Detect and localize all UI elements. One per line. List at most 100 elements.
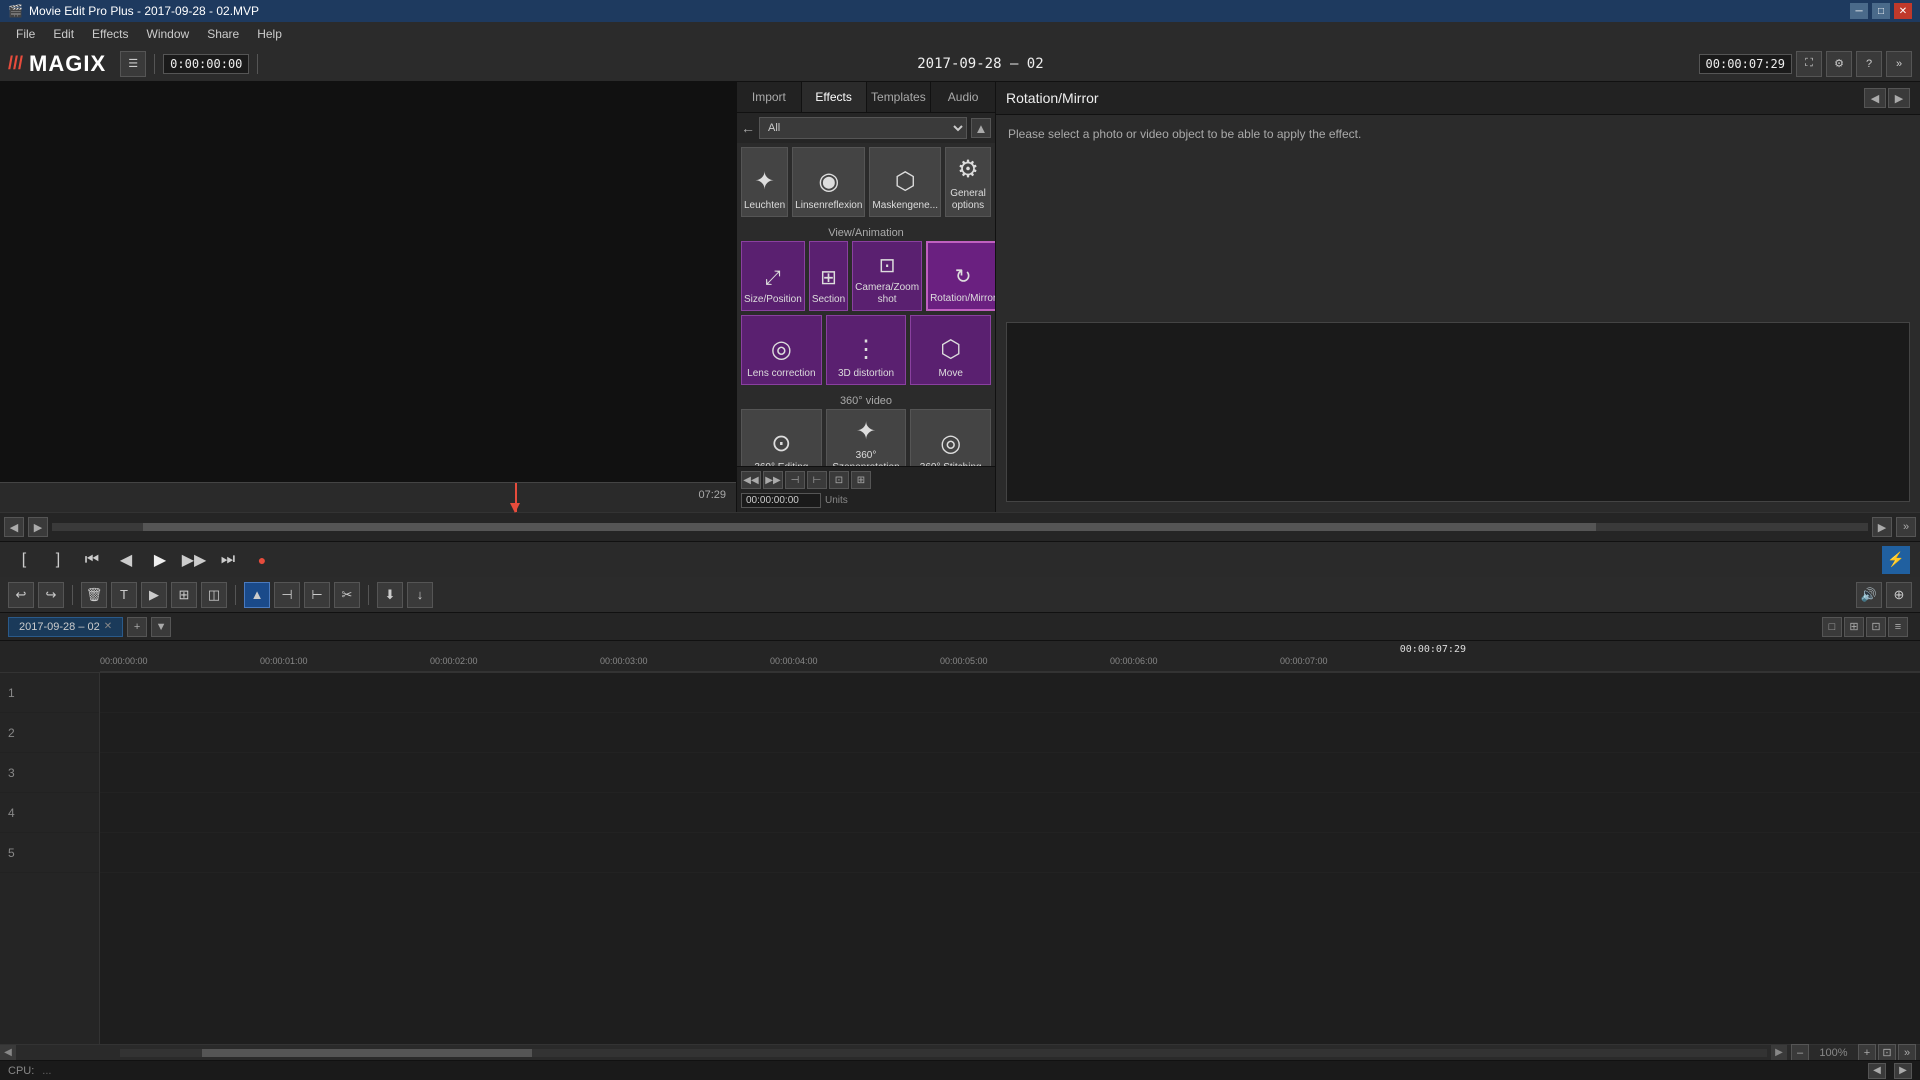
rb-next-btn[interactable]: ▶ xyxy=(28,517,48,537)
menu-item-help[interactable]: Help xyxy=(249,25,290,43)
split-button[interactable]: ✂ xyxy=(334,582,360,608)
rb-prev-btn[interactable]: ◀ xyxy=(4,517,24,537)
effect-size-position[interactable]: ⤢ Size/Position xyxy=(741,241,805,311)
hamburger-menu-button[interactable]: ☰ xyxy=(120,51,146,77)
effects-ctrl2[interactable]: ⊢ xyxy=(807,471,827,489)
settings-button[interactable]: ⚙ xyxy=(1826,51,1852,77)
zoom-out-button[interactable]: – xyxy=(1791,1044,1809,1062)
effect-360-stitching[interactable]: ◎ 360° Stitching xyxy=(910,409,991,466)
status-nav-btn2[interactable]: ▶ xyxy=(1894,1063,1912,1079)
effect-move[interactable]: ⬡ Move xyxy=(910,315,991,385)
mark-in-button[interactable]: [ xyxy=(10,546,38,574)
track-view-3[interactable]: ⊡ xyxy=(1866,617,1886,637)
scroll-right-button[interactable]: ▶ xyxy=(1771,1045,1787,1061)
rotation-mirror-label: Rotation/Mirror xyxy=(930,293,995,305)
mark-out-button[interactable]: ] xyxy=(44,546,72,574)
expand-button[interactable]: » xyxy=(1886,51,1912,77)
effects-transport: ◀◀ ▶▶ ⊣ ⊢ ⊡ ⊞ xyxy=(741,471,991,489)
effects-prev-btn[interactable]: ◀◀ xyxy=(741,471,761,489)
tab-templates[interactable]: Templates xyxy=(867,82,932,112)
track-view-1[interactable]: □ xyxy=(1822,617,1842,637)
minimize-button[interactable]: ─ xyxy=(1850,3,1868,19)
effects-time-input[interactable] xyxy=(741,493,821,508)
timeline-header: 2017-09-28 – 02 ✕ + ▼ □ ⊞ ⊡ ≡ xyxy=(0,613,1920,641)
rb-expand-btn[interactable]: » xyxy=(1896,517,1916,537)
delete-button[interactable]: 🗑 xyxy=(81,582,107,608)
zoom-fit-button[interactable]: ⊡ xyxy=(1878,1044,1896,1062)
play-button[interactable]: ▶ xyxy=(146,546,174,574)
maximize-button[interactable]: □ xyxy=(1872,3,1890,19)
fullscreen-button[interactable]: ⛶ xyxy=(1796,51,1822,77)
effect-linsenreflexion[interactable]: ◉ Linsenreflexion xyxy=(792,147,865,217)
effects-ctrl4[interactable]: ⊞ xyxy=(851,471,871,489)
ripple-button[interactable]: ⊣ xyxy=(274,582,300,608)
rb-scrollbar[interactable] xyxy=(52,523,1868,531)
close-button[interactable]: ✕ xyxy=(1894,3,1912,19)
preview-area: 07:29 xyxy=(0,82,736,512)
effects-back-button[interactable]: ← xyxy=(741,120,755,136)
scrubber-handle[interactable] xyxy=(510,503,520,513)
record-button[interactable]: ● xyxy=(248,546,276,574)
more-button[interactable]: ⊕ xyxy=(1886,582,1912,608)
overwrite-button[interactable]: ⬇ xyxy=(377,582,403,608)
effect-lens-correction[interactable]: ◎ Lens correction xyxy=(741,315,822,385)
effect-3d-distortion[interactable]: ⋮ 3D distortion xyxy=(826,315,907,385)
help-button[interactable]: ? xyxy=(1856,51,1882,77)
edit-separator-1 xyxy=(72,585,73,605)
effects-ctrl1[interactable]: ⊣ xyxy=(785,471,805,489)
panel-prev-button[interactable]: ◀ xyxy=(1864,88,1886,108)
menu-item-window[interactable]: Window xyxy=(139,25,198,43)
to-end-button[interactable]: ⏭ xyxy=(214,546,242,574)
zoom-more-button[interactable]: » xyxy=(1898,1044,1916,1062)
time-left-display: 0:00:00:00 xyxy=(163,54,249,74)
volume-button[interactable]: 🔊 xyxy=(1856,582,1882,608)
trim-button[interactable]: ◫ xyxy=(201,582,227,608)
track-num-3: 3 xyxy=(8,766,15,780)
effect-rotation-mirror[interactable]: ↻ Rotation/Mirror xyxy=(926,241,995,311)
tab-audio[interactable]: Audio xyxy=(931,82,995,112)
cursor-button[interactable]: ▲ xyxy=(244,582,270,608)
preview-scrubber[interactable]: 07:29 xyxy=(0,482,736,512)
menu-item-file[interactable]: File xyxy=(8,25,43,43)
insert-button[interactable]: ↓ xyxy=(407,582,433,608)
scroll-track[interactable] xyxy=(120,1049,1767,1057)
tab-import[interactable]: Import xyxy=(737,82,802,112)
scroll-up-button[interactable]: ▲ xyxy=(971,118,991,138)
track-content[interactable] xyxy=(100,673,1920,1044)
effect-360-editing[interactable]: ⊙ 360° Editing xyxy=(741,409,822,466)
next-frame-button[interactable]: ▶▶ xyxy=(180,546,208,574)
effect-maskengene[interactable]: ⬡ Maskengene... xyxy=(869,147,941,217)
panel-next-button[interactable]: ▶ xyxy=(1888,88,1910,108)
status-nav-btn1[interactable]: ◀ xyxy=(1868,1063,1886,1079)
timeline-tab-project[interactable]: 2017-09-28 – 02 ✕ xyxy=(8,617,123,637)
fit-button[interactable]: ⊢ xyxy=(304,582,330,608)
add-timeline-btn[interactable]: + xyxy=(127,617,147,637)
group-button[interactable]: ⊞ xyxy=(171,582,197,608)
track-view-4[interactable]: ≡ xyxy=(1888,617,1908,637)
lightning-button[interactable]: ⚡ xyxy=(1882,546,1910,574)
effect-general-options[interactable]: ⚙ General options xyxy=(945,147,991,217)
effects-next-btn[interactable]: ▶▶ xyxy=(763,471,783,489)
effect-camera-zoom[interactable]: ⊡ Camera/Zoom shot xyxy=(852,241,922,311)
timeline-tab-close[interactable]: ✕ xyxy=(104,621,112,632)
effect-360-szenenrotation[interactable]: ✦ 360° Szenenrotation xyxy=(826,409,907,466)
prev-frame-button[interactable]: ◀ xyxy=(112,546,140,574)
redo-button[interactable]: ↪ xyxy=(38,582,64,608)
effects-ctrl3[interactable]: ⊡ xyxy=(829,471,849,489)
track-view-2[interactable]: ⊞ xyxy=(1844,617,1864,637)
zoom-in-button[interactable]: + xyxy=(1858,1044,1876,1062)
timeline-dropdown-btn[interactable]: ▼ xyxy=(151,617,171,637)
undo-button[interactable]: ↩ xyxy=(8,582,34,608)
to-start-button[interactable]: ⏮ xyxy=(78,546,106,574)
marker-button[interactable]: ▶ xyxy=(141,582,167,608)
rb-right-btn[interactable]: ▶ xyxy=(1872,517,1892,537)
category-select[interactable]: All xyxy=(759,117,967,139)
scroll-left-button[interactable]: ◀ xyxy=(0,1045,16,1061)
text-button[interactable]: T xyxy=(111,582,137,608)
menu-item-share[interactable]: Share xyxy=(199,25,247,43)
menu-item-edit[interactable]: Edit xyxy=(45,25,82,43)
effect-section[interactable]: ⊞ Section xyxy=(809,241,848,311)
tab-effects[interactable]: Effects xyxy=(802,82,867,112)
effect-leuchten[interactable]: ✦ Leuchten xyxy=(741,147,788,217)
menu-item-effects[interactable]: Effects xyxy=(84,25,136,43)
